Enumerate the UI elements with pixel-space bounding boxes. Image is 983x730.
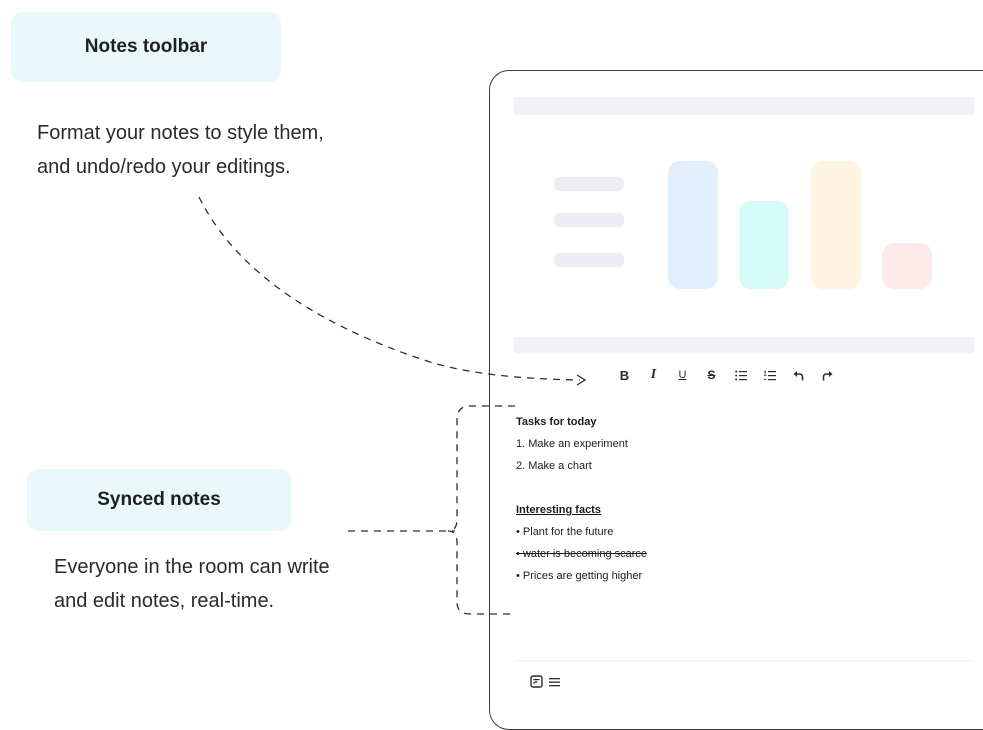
underline-icon: U [678,369,687,381]
tasks-list: 1. Make an experiment 2. Make a chart [516,433,936,477]
notes-toolbar-callout: Notes toolbar [11,12,281,82]
skeleton-line [554,253,624,267]
notes-toolbar-description: Format your notes to style them, and und… [37,116,324,184]
strikethrough-button[interactable]: S [697,365,726,385]
notes-heading: Tasks for today [516,416,597,428]
numbered-list-button[interactable] [755,365,784,385]
notes-heading: Interesting facts [516,504,601,516]
skeleton-header-bar [514,97,974,115]
notes-editor[interactable]: Tasks for today 1. Make an experiment 2.… [516,411,936,587]
bullet-list-button[interactable] [726,365,755,385]
notes-footer [530,675,560,688]
description-line: and undo/redo your editings. [37,156,291,178]
undo-icon [793,370,804,381]
device-frame: B I U S Tasks for today 1. Make an exper… [489,70,983,730]
notes-toolbar: B I U S [610,365,842,385]
description-line: Format your notes to style them, [37,122,324,144]
numbered-list-icon [763,370,776,381]
notes-icon[interactable] [530,675,543,688]
underline-button[interactable]: U [668,365,697,385]
chart-preview-bar [811,161,861,289]
list-item: • Plant for the future [516,526,614,538]
skeleton-line [554,213,624,227]
undo-button[interactable] [784,365,813,385]
italic-button[interactable]: I [639,365,668,385]
notes-toolbar-callout-title: Notes toolbar [84,36,208,57]
list-item: • Prices are getting higher [516,570,643,582]
synced-notes-callout: Synced notes [27,469,291,531]
footer-divider [514,660,974,661]
redo-button[interactable] [813,365,842,385]
list-item: 1. Make an experiment [516,438,628,450]
skeleton-divider-bar [514,337,974,353]
bullet-list-icon [734,370,747,381]
list-item: • water is becoming scarce [516,548,648,560]
bold-icon: B [619,367,630,383]
italic-icon: I [650,367,657,382]
synced-notes-description: Everyone in the room can write and edit … [54,550,330,618]
synced-notes-callout-title: Synced notes [97,489,221,510]
chart-preview-bar [882,243,932,289]
menu-icon[interactable] [549,677,560,687]
chart-preview-bar [668,161,718,289]
description-line: Everyone in the room can write [54,556,330,578]
redo-icon [822,370,833,381]
skeleton-line [554,177,624,191]
chart-preview-bar [739,201,789,289]
strikethrough-icon: S [707,368,716,382]
list-item: 2. Make a chart [516,460,592,472]
description-line: and edit notes, real-time. [54,590,275,612]
bold-button[interactable]: B [610,365,639,385]
facts-list: • Plant for the future • water is becomi… [516,521,936,587]
